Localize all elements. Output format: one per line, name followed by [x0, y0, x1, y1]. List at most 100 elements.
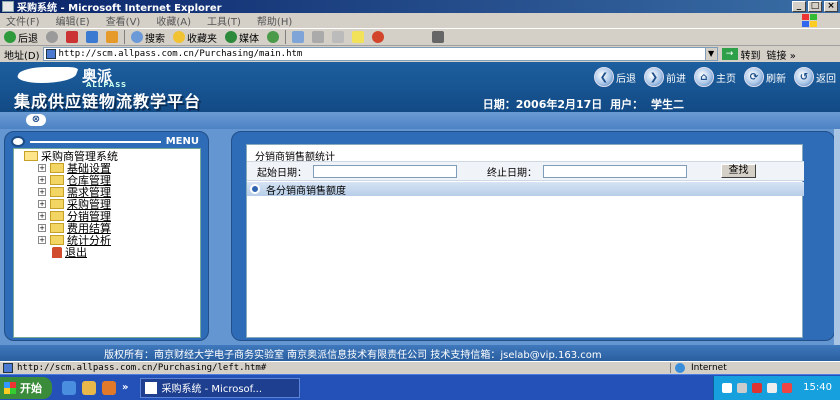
- expand-icon[interactable]: +: [38, 164, 46, 172]
- clock: 15:40: [803, 382, 832, 393]
- return-icon: ↺: [794, 67, 814, 87]
- history-button[interactable]: [263, 31, 283, 43]
- windows-flag-icon: [4, 381, 16, 394]
- exit-icon: [52, 246, 62, 258]
- minimize-button[interactable]: _: [792, 1, 806, 12]
- platform-title: 集成供应链物流教学平台: [14, 92, 202, 111]
- back-label: 后退: [18, 33, 38, 45]
- media-label: 媒体: [239, 33, 259, 45]
- toolbar-separator: [285, 30, 286, 44]
- forward-arrow-icon: [46, 31, 58, 43]
- nav-home-button[interactable]: ⌂ 主页: [694, 67, 736, 87]
- ie-icon[interactable]: [62, 380, 76, 395]
- ie-window-icon: [145, 381, 158, 394]
- menu-edit[interactable]: 编辑(E): [48, 13, 98, 28]
- taskbar-window-button[interactable]: 采购系统 - Microsof...: [140, 377, 301, 398]
- expand-icon[interactable]: +: [38, 188, 46, 196]
- close-icon[interactable]: ⊗: [26, 114, 46, 126]
- edit-button[interactable]: [328, 31, 348, 43]
- mail-button[interactable]: [288, 31, 308, 43]
- address-dropdown-button[interactable]: ▼: [705, 47, 718, 61]
- go-button[interactable]: → 转到: [721, 47, 761, 62]
- search-label: 搜索: [145, 33, 165, 45]
- left-menu-panel: MENU 采购商管理系统 + 基础设置 + 仓库管理 + 需求管理 + 采购管理…: [4, 131, 209, 341]
- section-header: 各分销商销售额度: [247, 182, 804, 197]
- discuss-button[interactable]: [348, 31, 368, 43]
- menu-tools[interactable]: 工具(T): [199, 13, 249, 28]
- start-date-input[interactable]: [313, 164, 457, 178]
- address-bar: 地址(D) http://scm.allpass.com.cn/Purchasi…: [0, 46, 840, 62]
- messenger-icon: [372, 31, 384, 43]
- site-header: 奥派 ALLPASS 集成供应链物流教学平台 ❮ 后退 ❯ 前进 ⌂ 主页 ⟳ …: [0, 62, 840, 112]
- menu-file[interactable]: 文件(F): [0, 13, 48, 28]
- folder-icon: [50, 163, 64, 173]
- menu-favorites[interactable]: 收藏(A): [148, 13, 199, 28]
- outlook-icon[interactable]: [82, 380, 96, 395]
- media-button[interactable]: 媒体: [221, 30, 263, 45]
- links-button[interactable]: 链接 »: [767, 47, 796, 62]
- home-icon: [106, 31, 118, 43]
- search-button[interactable]: 搜索: [127, 30, 169, 45]
- media-player-icon[interactable]: [102, 380, 116, 395]
- date-filter-row: 起始日期： 终止日期： 查找: [247, 161, 804, 181]
- favorites-button[interactable]: 收藏夹: [169, 30, 221, 45]
- start-date-label: 起始日期：: [257, 167, 307, 179]
- refresh-button[interactable]: [82, 31, 102, 43]
- address-input[interactable]: http://scm.allpass.com.cn/Purchasing/mai…: [42, 47, 706, 61]
- nav-back-button[interactable]: ❮ 后退: [594, 67, 636, 87]
- nav-refresh-button[interactable]: ⟳ 刷新: [744, 67, 786, 87]
- taskbar-window-label: 采购系统 - Microsof...: [161, 384, 263, 395]
- zone-label: Internet: [691, 363, 727, 373]
- stop-button[interactable]: [62, 31, 82, 43]
- search-button[interactable]: 查找: [721, 164, 756, 178]
- quick-launch-chevron-icon[interactable]: »: [122, 382, 128, 393]
- tray-app-icon[interactable]: [782, 382, 793, 393]
- tray-network-icon[interactable]: [737, 382, 748, 393]
- nav-return-label: 返回: [816, 73, 836, 85]
- start-button[interactable]: 开始: [0, 376, 52, 399]
- taskbar: 开始 » 采购系统 - Microsof... 15:40: [0, 374, 840, 400]
- close-button[interactable]: ×: [824, 1, 838, 12]
- forward-button[interactable]: [42, 31, 62, 43]
- print-button[interactable]: [308, 31, 328, 43]
- maximize-button[interactable]: □: [808, 1, 822, 12]
- allpass-logo-icon: [15, 67, 79, 83]
- address-url: http://scm.allpass.com.cn/Purchasing/mai…: [58, 49, 303, 59]
- tree-item-statistics[interactable]: + 统计分析: [14, 234, 200, 247]
- messenger-button[interactable]: [368, 31, 388, 43]
- window-title-bar[interactable]: 采购系统 - Microsoft Internet Explorer _ □ ×: [0, 0, 840, 14]
- mail-icon: [292, 31, 304, 43]
- expand-icon[interactable]: +: [38, 212, 46, 220]
- menu-help[interactable]: 帮助(H): [249, 13, 300, 28]
- report-frame: 分销商销售额统计 起始日期： 终止日期： 查找 各分销商销售额度: [246, 144, 804, 338]
- status-bar: http://scm.allpass.com.cn/Purchasing/lef…: [0, 361, 840, 374]
- tray-volume-icon[interactable]: [767, 382, 778, 393]
- tray-arrow-icon[interactable]: [722, 382, 733, 393]
- nav-forward-button[interactable]: ❯ 前进: [644, 67, 686, 87]
- links-label: 链接: [766, 50, 787, 62]
- folder-icon: [50, 199, 64, 209]
- menu-toggle-strip: ⊗: [0, 112, 840, 129]
- menu-view[interactable]: 查看(V): [98, 13, 149, 28]
- expand-icon[interactable]: +: [38, 236, 46, 244]
- date-user-line: 日期：2006年2月17日 用户： 学生二: [483, 96, 688, 112]
- system-tray: 15:40: [713, 375, 840, 400]
- vertical-scrollbar[interactable]: [834, 129, 840, 345]
- nav-return-button[interactable]: ↺ 返回: [794, 67, 836, 87]
- folder-icon: [50, 211, 64, 221]
- end-date-input[interactable]: [543, 164, 687, 178]
- copyright-text: 版权所有：南京财经大学电子商务实验室 南京奥派信息技术有限责任公司 技术支持信箱…: [104, 349, 602, 361]
- research-button[interactable]: [428, 31, 448, 43]
- header-nav: ❮ 后退 ❯ 前进 ⌂ 主页 ⟳ 刷新 ↺ 返回: [594, 67, 836, 87]
- globe-icon: [675, 363, 685, 373]
- expand-icon[interactable]: +: [38, 200, 46, 208]
- expand-icon[interactable]: +: [38, 224, 46, 232]
- back-button[interactable]: 后退: [0, 30, 42, 45]
- expand-icon[interactable]: +: [38, 176, 46, 184]
- search-icon: [131, 31, 143, 43]
- ie-icon: [2, 1, 14, 12]
- page-icon: [3, 363, 13, 373]
- home-button[interactable]: [102, 31, 122, 43]
- history-icon: [267, 31, 279, 43]
- tray-security-icon[interactable]: [752, 382, 763, 393]
